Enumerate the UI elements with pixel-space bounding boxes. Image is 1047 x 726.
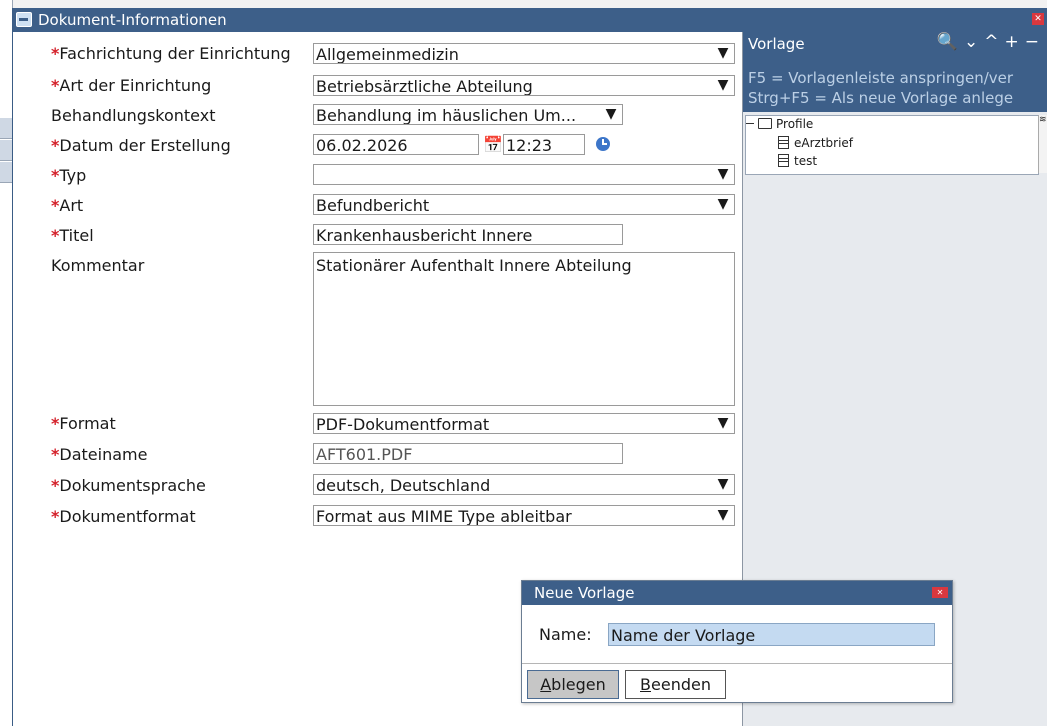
app-icon bbox=[16, 12, 32, 27]
remove-icon[interactable]: − bbox=[1025, 32, 1045, 52]
fachrichtung-select[interactable]: Allgemeinmedizin ▼ bbox=[313, 43, 735, 64]
dropdown-arrow-icon[interactable]: ▼ bbox=[712, 414, 734, 433]
label-dateiname: *Dateiname bbox=[51, 445, 148, 464]
chevron-down-icon[interactable]: ⌄ bbox=[964, 32, 984, 52]
label-typ: *Typ bbox=[51, 166, 87, 185]
vorlage-tree: Profile eArztbrief test bbox=[745, 115, 1039, 175]
vorlage-hint-f5: F5 = Vorlagenleiste anspringen/ver bbox=[748, 69, 1014, 87]
clock-icon[interactable] bbox=[596, 137, 610, 151]
document-icon bbox=[778, 136, 789, 149]
typ-select[interactable]: ▼ bbox=[313, 164, 735, 185]
background-strip bbox=[0, 118, 12, 139]
close-icon[interactable]: ✕ bbox=[1032, 13, 1044, 25]
dropdown-arrow-icon[interactable]: ▼ bbox=[712, 76, 734, 95]
vorlage-toolbar: 🔍⌄^+− bbox=[937, 32, 1045, 52]
window-titlebar: Dokument-Informationen ✕ bbox=[13, 8, 1047, 32]
kommentar-textarea[interactable]: Stationärer Aufenthalt Innere Abteilung bbox=[313, 252, 735, 406]
label-format: *Format bbox=[51, 414, 116, 433]
dialog-title: Neue Vorlage bbox=[534, 584, 635, 602]
beenden-button[interactable]: Beenden bbox=[625, 670, 726, 699]
label-art: *Art bbox=[51, 196, 84, 215]
ablegen-button[interactable]: Ablegen bbox=[527, 670, 619, 699]
label-titel: *Titel bbox=[51, 226, 94, 245]
tree-node-profile[interactable]: Profile bbox=[746, 116, 813, 132]
label-art-einrichtung: *Art der Einrichtung bbox=[51, 76, 212, 95]
dropdown-arrow-icon[interactable]: ▼ bbox=[600, 105, 622, 124]
vorlage-title: Vorlage bbox=[748, 35, 805, 53]
dokumentformat-select[interactable]: Format aus MIME Type ableitbar ▼ bbox=[313, 505, 735, 526]
name-label: Name: bbox=[539, 625, 592, 644]
collapse-icon[interactable] bbox=[746, 123, 754, 124]
art-einrichtung-select[interactable]: Betriebsärztliche Abteilung ▼ bbox=[313, 75, 735, 96]
art-select[interactable]: Befundbericht ▼ bbox=[313, 194, 735, 215]
calendar-icon[interactable]: 📅 bbox=[483, 135, 503, 155]
dokumentsprache-select[interactable]: deutsch, Deutschland ▼ bbox=[313, 474, 735, 495]
format-select[interactable]: PDF-Dokumentformat ▼ bbox=[313, 413, 735, 434]
tree-node-test[interactable]: test bbox=[778, 153, 817, 169]
behandlungskontext-select[interactable]: Behandlung im häuslichen Um... ▼ bbox=[313, 104, 623, 125]
dropdown-arrow-icon[interactable]: ▼ bbox=[712, 165, 734, 184]
background-strip bbox=[0, 140, 12, 161]
dropdown-arrow-icon[interactable]: ▼ bbox=[712, 475, 734, 494]
vorlage-hint-strg-f5: Strg+F5 = Als neue Vorlage anlege bbox=[748, 89, 1014, 107]
vorlage-name-input[interactable]: Name der Vorlage bbox=[608, 623, 935, 646]
label-behandlungskontext: Behandlungskontext bbox=[51, 106, 216, 125]
dropdown-arrow-icon[interactable]: ▼ bbox=[712, 195, 734, 214]
vorlage-header: Vorlage 🔍⌄^+− F5 = Vorlagenleiste anspri… bbox=[743, 32, 1047, 112]
search-icon[interactable]: 🔍 bbox=[937, 32, 964, 52]
background-strip bbox=[0, 162, 12, 183]
label-dokumentformat: *Dokumentformat bbox=[51, 507, 196, 526]
document-icon bbox=[778, 154, 789, 167]
dialog-titlebar: Neue Vorlage ✕ bbox=[522, 581, 952, 605]
add-icon[interactable]: + bbox=[1005, 32, 1025, 52]
dateiname-input[interactable]: AFT601.PDF bbox=[313, 443, 623, 464]
tree-node-earztbrief[interactable]: eArztbrief bbox=[778, 135, 853, 151]
tree-scrollbar[interactable]: ≋ bbox=[1038, 115, 1047, 173]
dropdown-arrow-icon[interactable]: ▼ bbox=[712, 44, 734, 63]
label-fachrichtung: *Fachrichtung der Einrichtung bbox=[51, 44, 291, 63]
label-dokumentsprache: *Dokumentsprache bbox=[51, 476, 206, 495]
label-kommentar: Kommentar bbox=[51, 256, 145, 275]
uhrzeit-input[interactable]: 12:23 bbox=[503, 134, 585, 155]
close-icon[interactable]: ✕ bbox=[932, 587, 948, 598]
dropdown-arrow-icon[interactable]: ▼ bbox=[712, 506, 734, 525]
label-datum: *Datum der Erstellung bbox=[51, 136, 231, 155]
datum-input[interactable]: 06.02.2026 bbox=[313, 134, 479, 155]
dialog-divider bbox=[522, 663, 952, 664]
neue-vorlage-dialog: Neue Vorlage ✕ Name: Name der Vorlage Ab… bbox=[521, 580, 953, 703]
window-title: Dokument-Informationen bbox=[38, 11, 227, 29]
chevron-up-icon[interactable]: ^ bbox=[984, 32, 1004, 52]
folder-icon bbox=[758, 118, 772, 129]
titel-input[interactable]: Krankenhausbericht Innere bbox=[313, 224, 623, 245]
